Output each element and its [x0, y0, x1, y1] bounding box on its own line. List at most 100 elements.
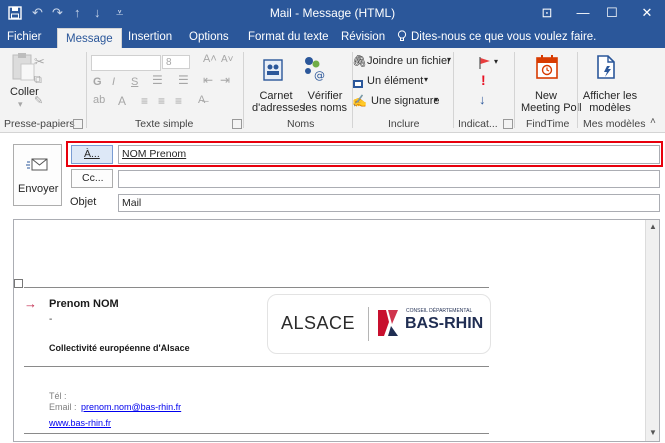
subject-field[interactable]: Mail — [118, 194, 660, 212]
shrink-font-icon[interactable]: A˅ — [221, 54, 234, 65]
align-center-icon[interactable]: ≡ — [158, 94, 165, 108]
group-divider — [86, 52, 87, 128]
logo-bas-rhin-text: Bas-Rhin — [405, 315, 484, 332]
collapse-ribbon-icon[interactable]: ˄ — [650, 116, 656, 127]
tab-message[interactable]: Message — [57, 28, 122, 49]
numbering-icon[interactable]: ☰ — [178, 73, 189, 87]
clipboard-launcher-icon[interactable] — [73, 119, 83, 129]
new-meeting-poll-button[interactable]: New Meeting Poll — [521, 90, 582, 114]
tab-insert[interactable]: Insertion — [128, 26, 172, 48]
font-color-icon[interactable]: A — [118, 94, 126, 108]
font-name-combo[interactable] — [91, 55, 161, 71]
ribbon-display-options-icon[interactable]: ⊡ — [529, 0, 565, 26]
group-label-findtime: FindTime — [526, 118, 570, 130]
logo-conseil-text: CONSEIL DÉPARTEMENTAL — [406, 308, 473, 314]
italic-button[interactable]: I — [112, 76, 115, 88]
alsace-bas-rhin-logo: ALSACE CONSEIL DÉPARTEMENTAL Bas-Rhin — [267, 294, 491, 354]
signature-name: Prenom NOM — [49, 298, 119, 310]
bold-button[interactable]: G — [93, 76, 102, 88]
close-icon[interactable]: ✕ — [629, 0, 665, 26]
new-meeting-poll-icon[interactable] — [535, 54, 559, 85]
group-label-tags: Indicat... — [458, 118, 498, 130]
attach-file-dropdown-icon[interactable]: ▾ — [447, 55, 451, 64]
save-icon[interactable] — [8, 0, 22, 26]
signature-dropdown-icon[interactable]: ▾ — [434, 95, 438, 104]
tell-me-search[interactable]: Dites-nous ce que vous voulez faire. — [411, 26, 596, 48]
subject-label: Objet — [70, 196, 97, 208]
cut-icon[interactable]: ✂ — [34, 54, 45, 70]
scroll-down-icon[interactable]: ▼ — [649, 428, 657, 437]
redo-icon[interactable]: ↷ — [52, 0, 63, 26]
grow-font-icon[interactable]: A˄ — [203, 53, 217, 65]
address-book-icon[interactable] — [262, 58, 284, 87]
send-icon — [26, 157, 48, 176]
tab-format-text[interactable]: Format du texte — [248, 26, 329, 48]
attach-file-button[interactable]: Joindre un fichier — [367, 55, 451, 67]
paste-dropdown-icon[interactable]: ▾ — [18, 99, 23, 110]
down-arrow-icon[interactable]: ↓ — [94, 0, 101, 26]
decrease-indent-icon[interactable]: ⇤ — [203, 73, 213, 87]
subject-value[interactable]: Mail — [122, 197, 141, 209]
increase-indent-icon[interactable]: ⇥ — [220, 73, 230, 87]
clear-formatting-icon[interactable]: A̶ — [198, 94, 205, 106]
lightbulb-icon — [397, 26, 407, 48]
paste-icon[interactable] — [10, 52, 36, 89]
group-divider — [577, 52, 578, 128]
address-book-button[interactable]: Carnet d'adresses — [252, 90, 305, 114]
view-templates-button[interactable]: Afficher les modèles — [582, 90, 638, 114]
outlook-item-icon[interactable] — [352, 77, 364, 95]
scroll-up-icon[interactable]: ▲ — [649, 222, 657, 231]
bullets-icon[interactable]: ☰ — [152, 73, 163, 87]
cc-field[interactable] — [118, 170, 660, 188]
tab-review[interactable]: Révision — [341, 26, 385, 48]
attach-file-icon[interactable]: 🖇 — [352, 54, 367, 68]
item-dropdown-icon[interactable]: ▾ — [424, 75, 428, 84]
body-scrollbar[interactable]: ▲ ▼ — [645, 220, 659, 441]
highlight-icon[interactable]: ab — [93, 94, 105, 106]
logo-emblem-icon — [376, 308, 400, 343]
follow-up-dropdown-icon[interactable]: ▾ — [494, 57, 498, 66]
ribbon: ✂ ⧉ ✎ Coller ▾ Presse-papiers 8 A˄ A˅ G … — [0, 48, 665, 133]
logo-divider — [368, 307, 369, 341]
align-left-icon[interactable]: ≡ — [141, 94, 148, 108]
group-divider — [514, 52, 515, 128]
low-importance-icon[interactable]: ↓ — [479, 92, 486, 107]
arrow-icon: → — [24, 296, 37, 311]
message-body[interactable]: ▲ ▼ → Prenom NOM - Collectivité européen… — [13, 219, 660, 442]
align-right-icon[interactable]: ≡ — [175, 94, 182, 108]
cc-button[interactable]: Cc... — [71, 169, 113, 188]
tab-options[interactable]: Options — [189, 26, 229, 48]
paste-button[interactable]: Coller — [10, 86, 39, 98]
signature-middle-rule — [24, 366, 489, 367]
cc-button-label: Cc... — [82, 172, 104, 184]
underline-button[interactable]: S — [131, 76, 138, 88]
table-move-handle-icon[interactable] — [14, 279, 23, 288]
view-templates-icon[interactable] — [595, 54, 617, 85]
email-link[interactable]: prenom.nom@bas-rhin.fr — [81, 402, 181, 412]
undo-icon[interactable]: ↶ — [32, 0, 43, 26]
signature-button[interactable]: Une signature — [371, 95, 440, 107]
customize-qat-icon[interactable]: ⩡ — [116, 0, 123, 26]
group-divider — [243, 52, 244, 128]
send-button[interactable]: Envoyer — [13, 144, 62, 206]
basic-text-launcher-icon[interactable] — [232, 119, 242, 129]
group-label-names: Noms — [287, 118, 315, 130]
website-link[interactable]: www.bas-rhin.fr — [49, 418, 111, 428]
email-label: Email : — [49, 402, 77, 412]
signature-bottom-rule — [24, 433, 489, 434]
logo-alsace-text: ALSACE — [281, 313, 356, 333]
group-divider — [453, 52, 454, 128]
high-importance-icon[interactable]: ! — [481, 72, 486, 88]
tags-launcher-icon[interactable] — [503, 119, 513, 129]
check-names-button[interactable]: Vérifier les noms — [301, 90, 349, 114]
font-size-combo[interactable]: 8 — [162, 55, 190, 69]
maximize-icon[interactable]: ☐ — [594, 0, 630, 26]
svg-text:@: @ — [314, 69, 325, 82]
tab-file[interactable]: Fichier — [7, 26, 42, 48]
title-bar: Mail - Message (HTML) ↶ ↷ ↑ ↓ ⩡ ⊡ — ☐ ✕ — [0, 0, 665, 26]
group-label-my-templates: Mes modèles — [583, 118, 646, 130]
signature-icon[interactable]: ✍ — [352, 94, 367, 108]
item-button[interactable]: Un élément — [367, 75, 423, 87]
up-arrow-icon[interactable]: ↑ — [74, 0, 81, 26]
check-names-icon[interactable]: @ — [300, 54, 326, 87]
